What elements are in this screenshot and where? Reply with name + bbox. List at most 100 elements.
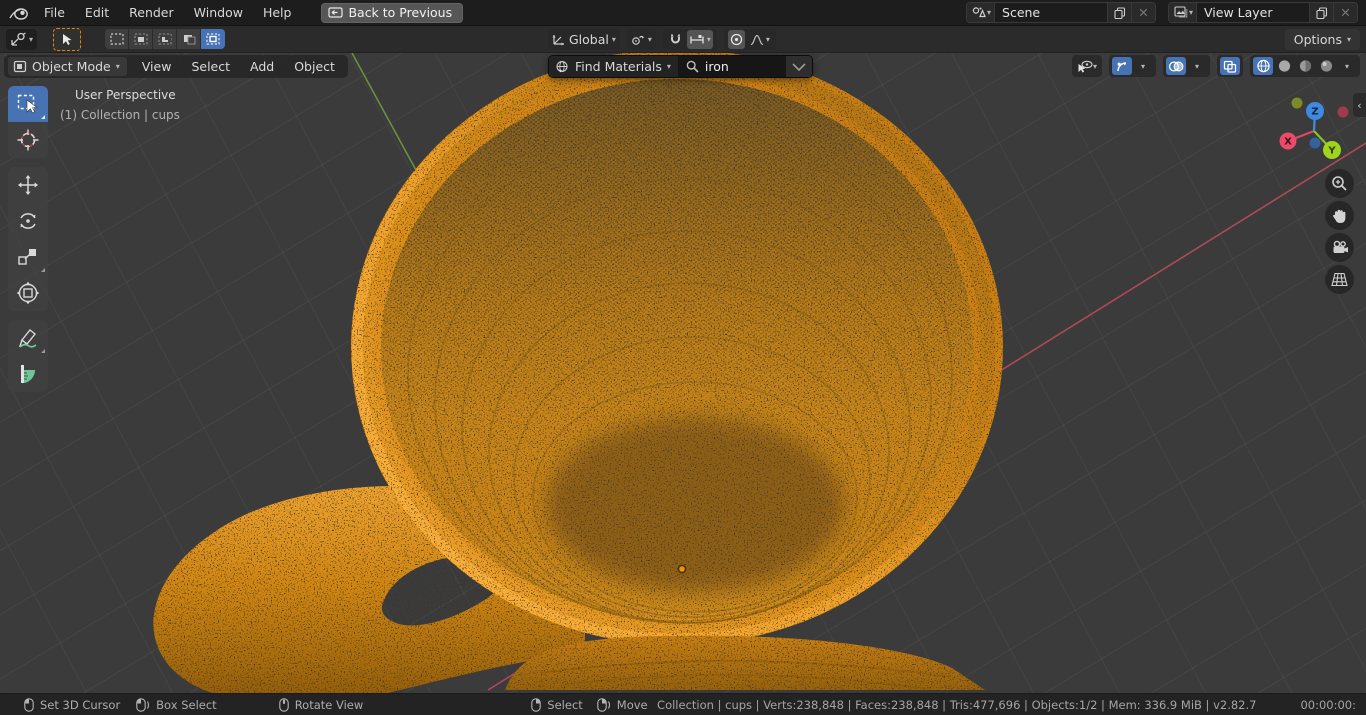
gizmo-axis-x-negative[interactable] (1338, 107, 1349, 118)
orientation-axes-icon (552, 33, 566, 46)
cursor-arrow-icon (61, 33, 73, 46)
chevron-down-icon: ▾ (667, 62, 671, 71)
select-mode-new[interactable] (105, 29, 129, 49)
close-icon: ✕ (1138, 5, 1148, 20)
scene-new-copy-button[interactable] (1107, 3, 1131, 22)
search-input[interactable]: iron (678, 56, 786, 77)
gizmo-axis-y[interactable]: Y (1323, 141, 1341, 159)
select-mode-group (105, 29, 225, 49)
gizmo-axis-z[interactable]: Z (1306, 102, 1324, 120)
gizmo-axis-z-negative[interactable] (1310, 138, 1321, 149)
chevron-down-icon: ▾ (648, 35, 652, 44)
xray-toggle[interactable] (1220, 57, 1240, 75)
options-label: Options (1294, 32, 1342, 47)
menu-render[interactable]: Render (119, 0, 184, 25)
gizmo-axis-y-negative[interactable] (1292, 98, 1303, 109)
object-origin-dot (678, 565, 685, 572)
mug-object[interactable] (140, 53, 1040, 693)
scene-unlink-button[interactable]: ✕ (1131, 3, 1155, 22)
tool-scale[interactable] (8, 239, 48, 275)
gizmos-toggle[interactable] (1112, 57, 1132, 75)
viewport-menu-object[interactable]: Object (285, 56, 344, 78)
hint-rotate-view: Rotate View (279, 698, 364, 712)
view-layer-name[interactable]: View Layer (1197, 5, 1309, 20)
chevron-down-icon: ▾ (612, 35, 616, 44)
scene-browse-button[interactable]: ▾ (967, 3, 995, 22)
shading-wireframe-button[interactable] (1253, 57, 1273, 75)
back-to-previous-button[interactable]: Back to Previous (321, 3, 463, 23)
scene-statistics: Collection | cups | Verts:238,848 | Face… (657, 698, 1256, 712)
gizmos-dropdown[interactable]: ▾ (1133, 57, 1153, 75)
options-button[interactable]: Options ▾ (1285, 29, 1360, 50)
search-scope-label: Find Materials (575, 59, 662, 74)
tool-measure[interactable] (8, 356, 48, 392)
mouse-middle-click-icon (279, 698, 289, 712)
tool-3d-cursor[interactable] (8, 122, 48, 158)
mouse-right-drag-icon (597, 698, 611, 712)
menu-window[interactable]: Window (184, 0, 253, 25)
pan-hand-button[interactable] (1325, 201, 1354, 230)
overlays-dropdown[interactable]: ▾ (1187, 57, 1207, 75)
select-mode-extend[interactable] (129, 29, 153, 49)
hint-label: Rotate View (295, 698, 364, 712)
search-expand-button[interactable] (786, 56, 812, 77)
gizmo-axis-x[interactable]: X (1280, 133, 1297, 150)
view-layer-new-copy-button[interactable] (1309, 3, 1333, 22)
select-mode-invert[interactable] (177, 29, 201, 49)
viewport-menu-add[interactable]: Add (241, 56, 283, 78)
shading-rendered-button[interactable] (1316, 57, 1336, 75)
viewport-3d[interactable]: Object Mode ▾ View Select Add Object Fin… (0, 53, 1366, 693)
selectability-visibility-dropdown[interactable]: ▾ (1075, 57, 1099, 75)
sidebar-collapse-arrow[interactable]: ‹ (1353, 93, 1366, 117)
shading-solid-button[interactable] (1274, 57, 1294, 75)
blender-logo-icon[interactable] (8, 4, 30, 22)
chevron-down-icon: ▾ (29, 35, 33, 44)
editor-type-selector[interactable]: ▾ (6, 29, 37, 50)
tool-more-indicator (41, 349, 45, 353)
menu-help[interactable]: Help (253, 0, 302, 25)
menu-edit[interactable]: Edit (75, 0, 119, 25)
snap-toggle[interactable] (667, 33, 684, 46)
hint-label: Box Select (156, 698, 217, 712)
proportional-edit-toggle[interactable] (728, 30, 745, 49)
tool-rotate[interactable] (8, 203, 48, 239)
toolbar (8, 86, 48, 392)
transform-orientation-dropdown[interactable]: Global ▾ (548, 29, 620, 50)
menu-file[interactable]: File (34, 0, 75, 25)
view-layer-selector: ▾ View Layer ✕ (1168, 2, 1358, 23)
viewport-header-right: ▾ ▾ ▾ (1072, 55, 1360, 77)
mode-label: Object Mode (32, 59, 111, 74)
shading-material-button[interactable] (1295, 57, 1315, 75)
shading-wireframe-icon (1256, 59, 1271, 73)
chevron-down-icon: ▾ (1195, 62, 1199, 71)
select-mode-subtract[interactable] (153, 29, 177, 49)
viewport-menu-view[interactable]: View (133, 56, 181, 78)
xray-icon (1223, 60, 1237, 73)
proportional-circle-icon (730, 33, 743, 46)
orientation-label: Global (569, 32, 609, 47)
mouse-left-drag-icon (136, 698, 150, 712)
proportional-falloff-dropdown[interactable]: ▾ (748, 34, 772, 46)
overlays-toggle[interactable] (1166, 57, 1186, 75)
snap-target-dropdown[interactable]: ▾ (687, 30, 713, 49)
shading-dropdown[interactable]: ▾ (1337, 57, 1357, 75)
select-mode-intersect[interactable] (201, 29, 225, 49)
tool-transform[interactable] (8, 275, 48, 311)
tool-more-indicator (41, 115, 45, 119)
mode-dropdown[interactable]: Object Mode ▾ (8, 57, 127, 76)
shading-rendered-icon (1319, 59, 1334, 73)
view-layer-browse-button[interactable]: ▾ (1169, 3, 1197, 22)
active-tool-select-box[interactable] (53, 28, 81, 51)
zoom-button[interactable] (1325, 169, 1354, 198)
pivot-point-dropdown[interactable]: ▾ (627, 29, 656, 50)
scene-name[interactable]: Scene (995, 5, 1107, 20)
tool-annotate[interactable] (8, 320, 48, 356)
view-layer-remove-button[interactable]: ✕ (1333, 3, 1357, 22)
navigation-axis-gizmo[interactable]: Z X Y (1258, 91, 1354, 171)
search-scope-dropdown[interactable]: Find Materials ▾ (549, 56, 678, 77)
viewport-menu-select[interactable]: Select (182, 56, 239, 78)
tool-move[interactable] (8, 167, 48, 203)
orthographic-toggle-button[interactable] (1325, 265, 1354, 294)
camera-view-button[interactable] (1325, 233, 1354, 262)
tool-select-box[interactable] (8, 86, 48, 122)
